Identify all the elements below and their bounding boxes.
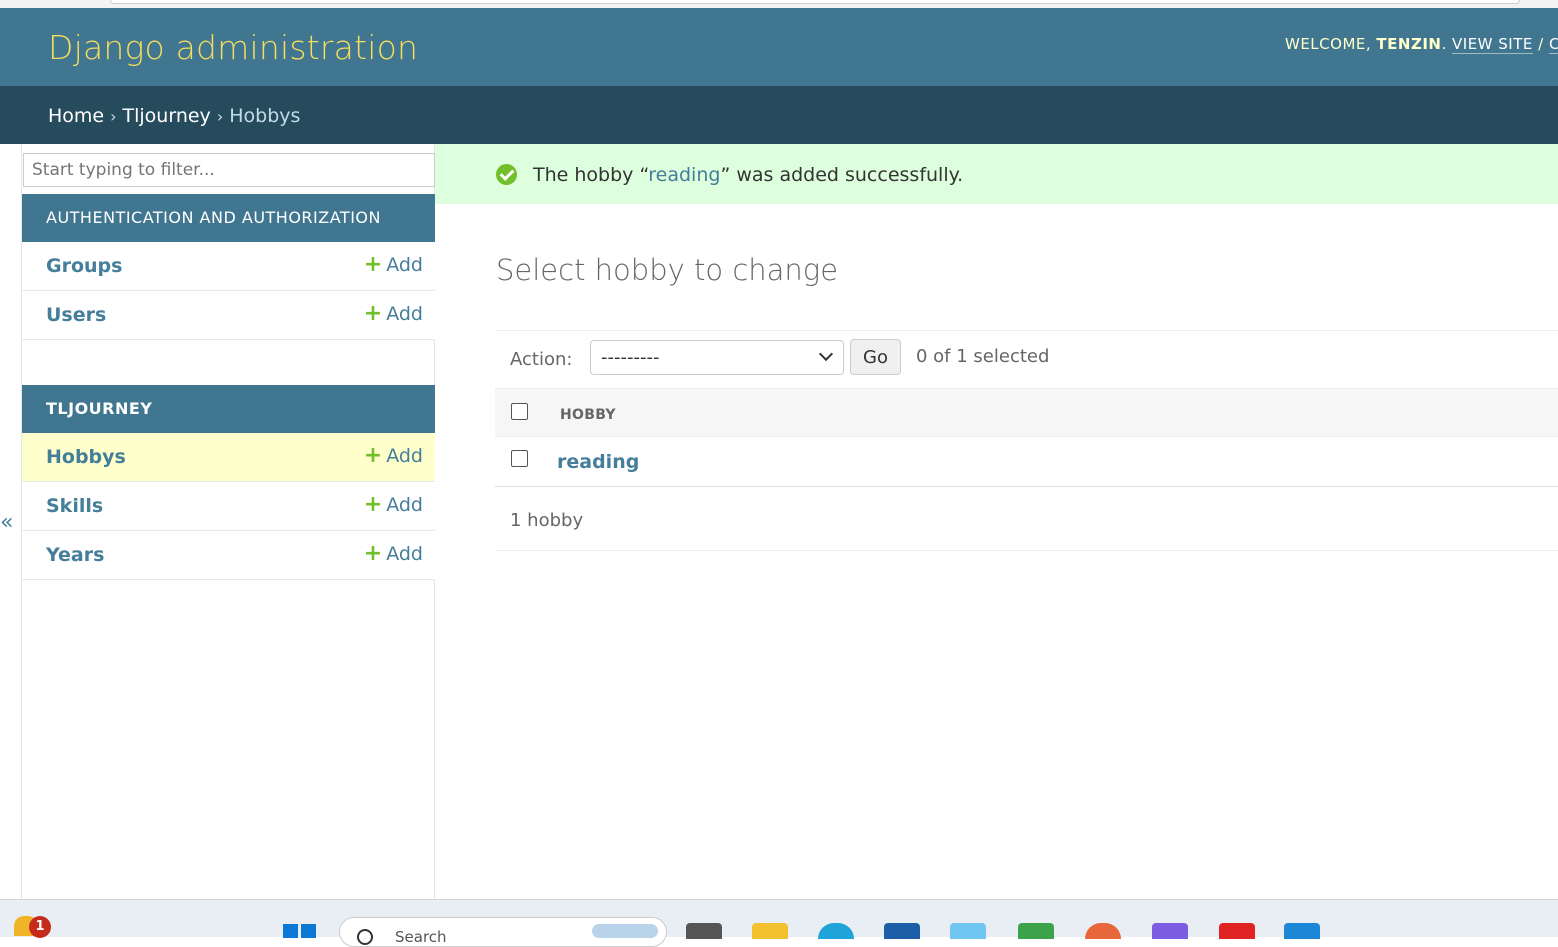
breadcrumb-separator: › [110,107,117,126]
breadcrumb-separator: › [216,107,224,126]
site-branding[interactable]: Django administration [48,28,418,67]
plus-icon: + [363,252,383,277]
plus-icon: + [363,541,383,566]
page-title: Select hobby to change [496,253,839,287]
result-list: HOBBY reading [495,389,1558,487]
row-link[interactable]: reading [557,451,639,473]
plus-icon: + [363,492,383,517]
add-label: Add [386,445,423,467]
message-prefix: The hobby “ [533,164,649,186]
notification-badge: 1 [29,916,51,938]
result-count: 1 hobby [510,510,584,531]
user-tools-separator: / [1538,35,1544,53]
browser-chrome [0,0,1558,8]
add-groups-button[interactable]: + Add [363,252,423,277]
plus-icon: + [363,301,383,326]
select-all-checkbox[interactable] [511,403,528,420]
module-caption-auth[interactable]: AUTHENTICATION AND AUTHORIZATION [22,194,435,242]
start-tile [301,924,316,938]
plus-icon: + [363,443,383,468]
breadcrumb-home[interactable]: Home [48,105,104,127]
nav-sidebar: AUTHENTICATION AND AUTHORIZATION Groups … [21,144,435,899]
search-icon [357,929,373,945]
add-years-button[interactable]: + Add [363,541,423,566]
row-checkbox[interactable] [511,450,528,467]
add-label: Add [386,494,423,516]
selection-counter: 0 of 1 selected [916,346,1050,367]
nav-filter-input[interactable] [23,153,435,187]
column-header-hobby[interactable]: HOBBY [560,407,616,423]
sidebar-item-label[interactable]: Users [46,304,106,326]
taskbar-search-text: Search [395,928,447,946]
action-select[interactable]: --------- [590,340,844,375]
add-label: Add [386,543,423,565]
admin-header: Django administration WELCOME, TENZIN. V… [0,8,1558,86]
breadcrumb-app[interactable]: Tljourney [123,105,211,127]
os-taskbar: 1 Search [0,899,1558,947]
add-label: Add [386,303,423,325]
change-password-link[interactable]: CH [1549,35,1558,54]
windows-start-icon[interactable] [283,924,317,938]
action-label: Action: [510,349,573,370]
sidebar-item-label[interactable]: Skills [46,495,103,517]
add-label: Add [386,254,423,276]
sidebar-item-hobbys: Hobbys + Add [22,433,435,482]
sidebar-item-groups: Groups + Add [22,242,435,291]
success-check-icon [496,164,517,185]
message-object-link[interactable]: reading [648,164,720,186]
search-highlight-icon [592,924,658,938]
sidebar-item-users: Users + Add [22,291,435,340]
user-tools: WELCOME, TENZIN. VIEW SITE / CH [1285,35,1558,54]
module-tljourney: TLJOURNEY Hobbys + Add Skills + Add Years … [22,385,435,580]
sidebar-item-label[interactable]: Years [46,544,104,566]
add-skills-button[interactable]: + Add [363,492,423,517]
sidebar-item-label[interactable]: Hobbys [46,446,126,468]
breadcrumb: Home › Tljourney › Hobbys [0,86,1558,144]
table-header: HOBBY [495,389,1558,437]
breadcrumb-current: Hobbys [229,105,301,127]
message-suffix: ” was added successfully. [720,164,964,186]
paginator: 1 hobby [495,488,1558,551]
sidebar-collapse-toggle[interactable]: « [0,510,13,535]
taskbar-search[interactable]: Search [339,917,667,947]
module-auth: AUTHENTICATION AND AUTHORIZATION Groups … [22,194,435,340]
module-caption-tljourney[interactable]: TLJOURNEY [22,385,435,433]
username: TENZIN [1376,35,1442,53]
start-tile [283,924,298,938]
actions-bar: Action: --------- Go 0 of 1 selected [495,330,1558,389]
add-users-button[interactable]: + Add [363,301,423,326]
go-button[interactable]: Go [850,339,901,375]
sidebar-item-years: Years + Add [22,531,435,580]
address-bar-edge [110,0,1520,4]
sidebar-item-skills: Skills + Add [22,482,435,531]
add-hobbys-button[interactable]: + Add [363,443,423,468]
success-message: The hobby “reading” was added successful… [435,144,1558,204]
table-row: reading [495,437,1558,487]
view-site-link[interactable]: VIEW SITE [1452,35,1533,54]
sidebar-item-label[interactable]: Groups [46,255,122,277]
welcome-text: WELCOME, [1285,35,1372,53]
